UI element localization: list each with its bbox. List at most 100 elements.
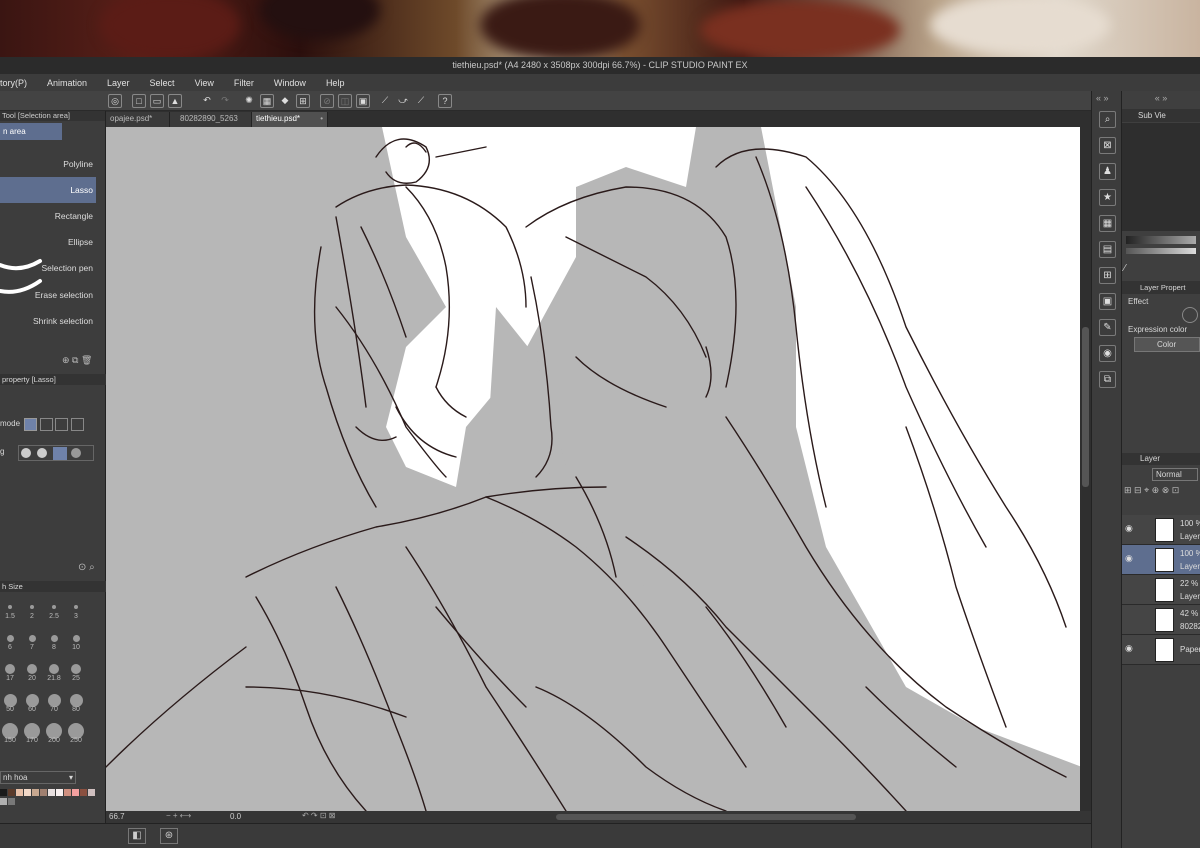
eye-icon[interactable]: ◉ — [1125, 553, 1133, 564]
sub-view-header[interactable]: Sub Vie — [1122, 109, 1200, 122]
layer-tool-icon[interactable]: ⊠ — [1099, 137, 1116, 154]
timeline-icon[interactable]: ⊞ — [1099, 267, 1116, 284]
edit-icon[interactable]: ✎ — [1099, 319, 1116, 336]
artboard[interactable] — [106, 127, 1080, 811]
subtool-lasso[interactable]: Lasso — [0, 177, 96, 203]
new-file-icon[interactable]: □ — [132, 94, 146, 108]
brush-size-grid[interactable]: 1.5 2 2.5 3 6 7 8 10 17 20 21.8 25 50 60 70 80 150 170 200… — [0, 593, 98, 753]
collapse-icon[interactable]: « » — [1122, 93, 1200, 103]
menu-filter[interactable]: Filter — [234, 78, 254, 88]
tab-80282890[interactable]: 80282890_5263 — [170, 112, 252, 127]
menu-view[interactable]: View — [195, 78, 214, 88]
layer-row[interactable]: ◉ Paper — [1122, 635, 1200, 665]
menu-select[interactable]: Select — [150, 78, 175, 88]
tool-settings-icons[interactable]: ⊙ ⌕ — [78, 562, 95, 573]
open-file-icon[interactable]: ▭ — [150, 94, 164, 108]
zoom-tool-icon[interactable]: ⌕ — [1099, 111, 1116, 128]
color-gradient-bar-2[interactable] — [1126, 248, 1196, 254]
color-swatch[interactable] — [40, 789, 47, 796]
fill-icon[interactable]: ◆ — [278, 94, 292, 108]
brush-size-dot[interactable] — [6, 634, 14, 642]
brush-size-dot[interactable] — [74, 605, 78, 609]
sketch-artwork[interactable] — [106, 127, 1080, 811]
color-swatch[interactable] — [88, 789, 95, 796]
brush-size-dot[interactable] — [5, 664, 15, 674]
invert-selection-icon[interactable]: ◫ — [338, 94, 352, 108]
brush-size-dot[interactable] — [50, 634, 58, 642]
color-gradient-bar[interactable] — [1126, 236, 1196, 244]
tab-tiethieu[interactable]: tiethieu.psd* • — [252, 112, 328, 127]
color-swatch[interactable] — [64, 789, 71, 796]
color-swatches[interactable] — [0, 789, 98, 809]
color-swatch[interactable] — [80, 789, 87, 796]
clear-outside-icon[interactable]: ▦ — [260, 94, 274, 108]
layer-row[interactable]: 22 % N Layer — [1122, 575, 1200, 605]
color-button[interactable]: Color — [1134, 337, 1200, 352]
subtool-polyline[interactable]: Polyline — [0, 151, 96, 177]
color-swatch[interactable] — [24, 789, 31, 796]
color-swatch[interactable] — [48, 789, 55, 796]
help-icon[interactable]: ? — [438, 94, 452, 108]
menu-help[interactable]: Help — [326, 78, 345, 88]
brush-size-dot[interactable] — [27, 664, 37, 674]
color-swatch[interactable] — [32, 789, 39, 796]
show-selection-icon[interactable]: ▣ — [356, 94, 370, 108]
sub-view-area[interactable] — [1122, 123, 1200, 231]
blend-mode-select[interactable]: Normal — [1152, 468, 1198, 481]
brush-size-dot[interactable] — [3, 693, 17, 707]
layer-tools-icons[interactable]: ⊞ ⊟ ⌖ ⊕ ⊗ ⊡ — [1124, 485, 1179, 496]
menu-story[interactable]: tory(P) — [0, 78, 27, 88]
color-set-select[interactable]: nh hoa ▾ — [0, 771, 76, 784]
snap-ruler-icon[interactable]: ⟋ — [378, 94, 392, 108]
snap-special-ruler-icon[interactable]: ⤻ — [396, 94, 410, 108]
camera-icon[interactable]: ◉ — [1099, 345, 1116, 362]
zoom-value[interactable]: 66.7 — [109, 812, 125, 821]
brush-size-dot[interactable] — [52, 605, 56, 609]
history-icon[interactable]: ⧉ — [1099, 371, 1116, 388]
deselect-icon[interactable]: ⊘ — [320, 94, 334, 108]
color-swatch[interactable] — [56, 789, 63, 796]
close-icon[interactable]: • — [320, 112, 323, 126]
subtool-rectangle[interactable]: Rectangle — [0, 203, 96, 229]
effect-border-icon[interactable] — [1182, 307, 1198, 323]
figure-tool-icon[interactable]: ♟ — [1099, 163, 1116, 180]
redo-icon[interactable]: ↷ — [218, 94, 232, 108]
material-icon[interactable]: ▤ — [1099, 241, 1116, 258]
eye-icon[interactable]: ◉ — [1125, 643, 1133, 654]
canvas-horizontal-scrollbar[interactable] — [556, 814, 856, 820]
color-swatch[interactable] — [0, 798, 7, 805]
favorite-tool-icon[interactable]: ★ — [1099, 189, 1116, 206]
subtool-shrink-selection[interactable]: Shrink selection — [0, 308, 96, 334]
pattern-icon[interactable]: ▦ — [1099, 215, 1116, 232]
tab-opajee[interactable]: opajee.psd* — [106, 112, 170, 127]
transform-icon[interactable]: ⊞ — [296, 94, 310, 108]
layer-property-header[interactable]: Layer Propert — [1122, 281, 1200, 294]
eye-icon[interactable]: ◉ — [1125, 523, 1133, 534]
color-swatch[interactable] — [8, 789, 15, 796]
canvas-vertical-scrollbar[interactable] — [1080, 127, 1091, 811]
navigator-icon[interactable]: ⊛ — [160, 828, 178, 844]
view-controls[interactable]: ↶ ↷ ⊡ ⊠ — [302, 811, 335, 820]
zoom-controls[interactable]: − + ⟷ — [166, 811, 191, 820]
layer-panel-header[interactable]: Layer — [1122, 453, 1200, 465]
brush-size-dot[interactable] — [71, 664, 81, 674]
brush-size-dot[interactable] — [25, 693, 39, 707]
brush-size-dot[interactable] — [49, 664, 59, 674]
brush-size-dot[interactable] — [8, 605, 12, 609]
canvas-area[interactable] — [106, 127, 1080, 811]
color-swatch[interactable] — [16, 789, 23, 796]
brush-size-dot[interactable] — [69, 693, 83, 707]
selection-mode-buttons[interactable] — [24, 418, 94, 433]
clear-icon[interactable]: ✺ — [242, 94, 256, 108]
toggle-panels-icon[interactable]: ◧ — [128, 828, 146, 844]
layer-row[interactable]: 42 % N 802828 — [1122, 605, 1200, 635]
eyedropper-icon[interactable]: ⁄ — [1124, 263, 1126, 274]
save-icon[interactable]: ▲ — [168, 94, 182, 108]
color-swatch[interactable] — [8, 798, 15, 805]
snap-grid-icon[interactable]: ⟋ — [414, 94, 428, 108]
antialiasing-selector[interactable] — [18, 445, 94, 461]
layer-row[interactable]: ◉ 100 % Layer — [1122, 515, 1200, 545]
folder-icon[interactable]: ▣ — [1099, 293, 1116, 310]
panel-footer-icons[interactable]: ⊕ ⧉ 🗑 — [62, 355, 106, 367]
collapse-icon[interactable]: « » — [1096, 93, 1109, 103]
